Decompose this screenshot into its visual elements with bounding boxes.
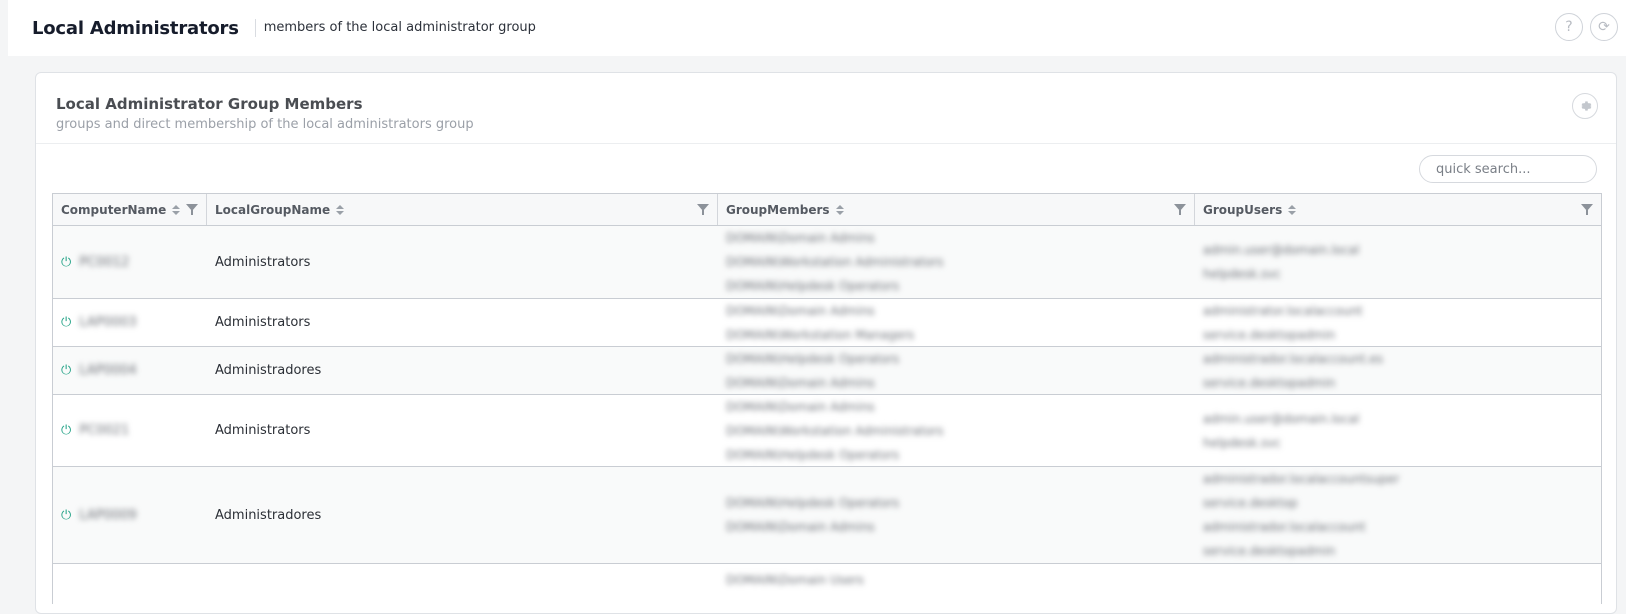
sort-icon[interactable] xyxy=(336,204,345,215)
group-users-cell: administrador.localaccount.es service.de… xyxy=(1195,347,1601,394)
computer-name-cell: ⏻ LAP0009 xyxy=(53,467,207,563)
column-label: LocalGroupName xyxy=(215,202,331,217)
card-subtitle: groups and direct membership of the loca… xyxy=(56,117,474,132)
sort-icon[interactable] xyxy=(835,204,844,215)
power-icon: ⏻ xyxy=(61,423,72,438)
group-user: administrator.localaccount xyxy=(1203,303,1363,318)
column-header-localgroupname[interactable]: LocalGroupName xyxy=(207,194,718,225)
computer-name: LAP0009 xyxy=(79,507,137,523)
power-icon: ⏻ xyxy=(61,254,72,270)
column-label: ComputerName xyxy=(61,202,167,217)
page-title: Local Administrators xyxy=(32,17,239,39)
group-users-cell: administrador.localaccountsuper service.… xyxy=(1195,467,1601,563)
table-row[interactable]: ⏻ LAP0003 Administrators DOMAIN\Domain A… xyxy=(53,299,1601,347)
page-header: Local Administrators members of the loca… xyxy=(8,0,1626,56)
group-member: DOMAIN\Helpdesk Operators xyxy=(726,447,900,462)
group-member: DOMAIN\Helpdesk Operators xyxy=(726,351,900,366)
refresh-icon: ⟳ xyxy=(1598,19,1610,35)
group-member: DOMAIN\Helpdesk Operators xyxy=(726,496,900,510)
filter-icon[interactable] xyxy=(186,204,198,215)
sort-icon[interactable] xyxy=(1288,204,1297,215)
card-header: Local Administrator Group Members groups… xyxy=(36,73,1616,144)
power-icon: ⏻ xyxy=(61,363,72,378)
header-actions: ? ⟳ xyxy=(1555,13,1618,41)
group-user: helpdesk.svc xyxy=(1203,267,1281,281)
computer-name: LAP0003 xyxy=(79,315,137,330)
group-members-cell: DOMAIN\Domain Admins DOMAIN\Workstation … xyxy=(718,395,1195,466)
group-member: DOMAIN\Workstation Managers xyxy=(726,327,915,342)
local-group-name: Administrators xyxy=(215,315,311,330)
question-icon: ? xyxy=(1565,19,1573,35)
group-member: DOMAIN\Domain Admins xyxy=(726,303,875,318)
table-header: ComputerName LocalGroupName GroupMembers… xyxy=(53,194,1601,226)
table-row[interactable]: ⏻ LAP0004 Administradores DOMAIN\Helpdes… xyxy=(53,347,1601,395)
table-row[interactable]: ⏻ PC0012 Administrators DOMAIN\Domain Ad… xyxy=(53,226,1601,299)
computer-name: PC0021 xyxy=(79,423,130,438)
group-members-cell: DOMAIN\Helpdesk Operators DOMAIN\Domain … xyxy=(718,467,1195,563)
computer-name-cell: ⏻ PC0012 xyxy=(53,226,207,298)
settings-button[interactable] xyxy=(1572,93,1598,119)
filter-icon[interactable] xyxy=(1581,204,1593,215)
group-member: DOMAIN\Helpdesk Operators xyxy=(726,279,900,293)
refresh-button[interactable]: ⟳ xyxy=(1590,13,1618,41)
table-row[interactable]: ⏻ PC0021 Administrators DOMAIN\Domain Ad… xyxy=(53,395,1601,467)
group-users-cell: administrator.localaccount service.deskt… xyxy=(1195,299,1601,346)
computer-name: PC0012 xyxy=(79,254,130,270)
group-user: administrador.localaccount xyxy=(1203,520,1366,534)
power-icon: ⏻ xyxy=(61,507,72,523)
group-member: DOMAIN\Domain Admins xyxy=(726,520,875,534)
group-user: admin.user@domain.local xyxy=(1203,411,1360,426)
help-button[interactable]: ? xyxy=(1555,13,1583,41)
power-icon: ⏻ xyxy=(61,315,72,330)
group-user: service.desktopadmin xyxy=(1203,375,1336,390)
local-group-name: Administrators xyxy=(215,254,311,270)
group-members-cell: DOMAIN\Domain Admins DOMAIN\Workstation … xyxy=(718,299,1195,346)
group-member: DOMAIN\Domain Admins xyxy=(726,231,875,245)
column-header-groupmembers[interactable]: GroupMembers xyxy=(718,194,1195,225)
column-label: GroupMembers xyxy=(726,202,830,217)
group-users-cell: admin.user@domain.local helpdesk.svc xyxy=(1195,226,1601,298)
group-user: administrador.localaccount.es xyxy=(1203,351,1383,366)
group-member: DOMAIN\Workstation Administrators xyxy=(726,423,944,438)
group-user: service.desktopadmin xyxy=(1203,327,1336,342)
group-member: DOMAIN\Domain Admins xyxy=(726,375,875,390)
filter-icon[interactable] xyxy=(1174,204,1186,215)
gear-icon xyxy=(1581,101,1592,111)
card-title: Local Administrator Group Members xyxy=(56,95,363,113)
computer-name-cell xyxy=(53,564,207,604)
column-header-groupusers[interactable]: GroupUsers xyxy=(1195,194,1601,225)
computer-name-cell: ⏻ PC0021 xyxy=(53,395,207,466)
filter-icon[interactable] xyxy=(697,204,709,215)
quick-search-input[interactable] xyxy=(1419,155,1597,183)
page-subtitle: members of the local administrator group xyxy=(254,19,536,37)
computer-name-cell: ⏻ LAP0003 xyxy=(53,299,207,346)
members-table: ComputerName LocalGroupName GroupMembers… xyxy=(52,193,1602,604)
local-group-name xyxy=(207,564,718,604)
table-row[interactable]: ⏻ LAP0009 Administradores DOMAIN\Helpdes… xyxy=(53,467,1601,564)
group-user: helpdesk.svc xyxy=(1203,435,1281,450)
group-user: service.desktopadmin xyxy=(1203,544,1336,558)
table-row[interactable]: DOMAIN\Domain Users xyxy=(53,564,1601,604)
group-member: DOMAIN\Domain Users xyxy=(726,573,864,587)
computer-name-cell: ⏻ LAP0004 xyxy=(53,347,207,394)
local-group-name: Administradores xyxy=(215,363,322,378)
group-member: DOMAIN\Domain Admins xyxy=(726,399,875,414)
group-user: admin.user@domain.local xyxy=(1203,243,1360,257)
column-header-computername[interactable]: ComputerName xyxy=(53,194,207,225)
computer-name: LAP0004 xyxy=(79,363,137,378)
group-members-cell: DOMAIN\Domain Users xyxy=(718,564,1195,604)
group-users-cell: admin.user@domain.local helpdesk.svc xyxy=(1195,395,1601,466)
local-group-name: Administradores xyxy=(215,507,322,523)
column-label: GroupUsers xyxy=(1203,202,1283,217)
local-group-name: Administrators xyxy=(215,423,311,438)
group-member: DOMAIN\Workstation Administrators xyxy=(726,255,944,269)
group-members-cell: DOMAIN\Helpdesk Operators DOMAIN\Domain … xyxy=(718,347,1195,394)
group-members-cell: DOMAIN\Domain Admins DOMAIN\Workstation … xyxy=(718,226,1195,298)
sort-icon[interactable] xyxy=(172,204,181,215)
group-user: service.desktop xyxy=(1203,496,1298,510)
members-card: Local Administrator Group Members groups… xyxy=(35,72,1617,614)
group-users-cell xyxy=(1195,564,1601,604)
group-user: administrador.localaccountsuper xyxy=(1203,472,1400,486)
